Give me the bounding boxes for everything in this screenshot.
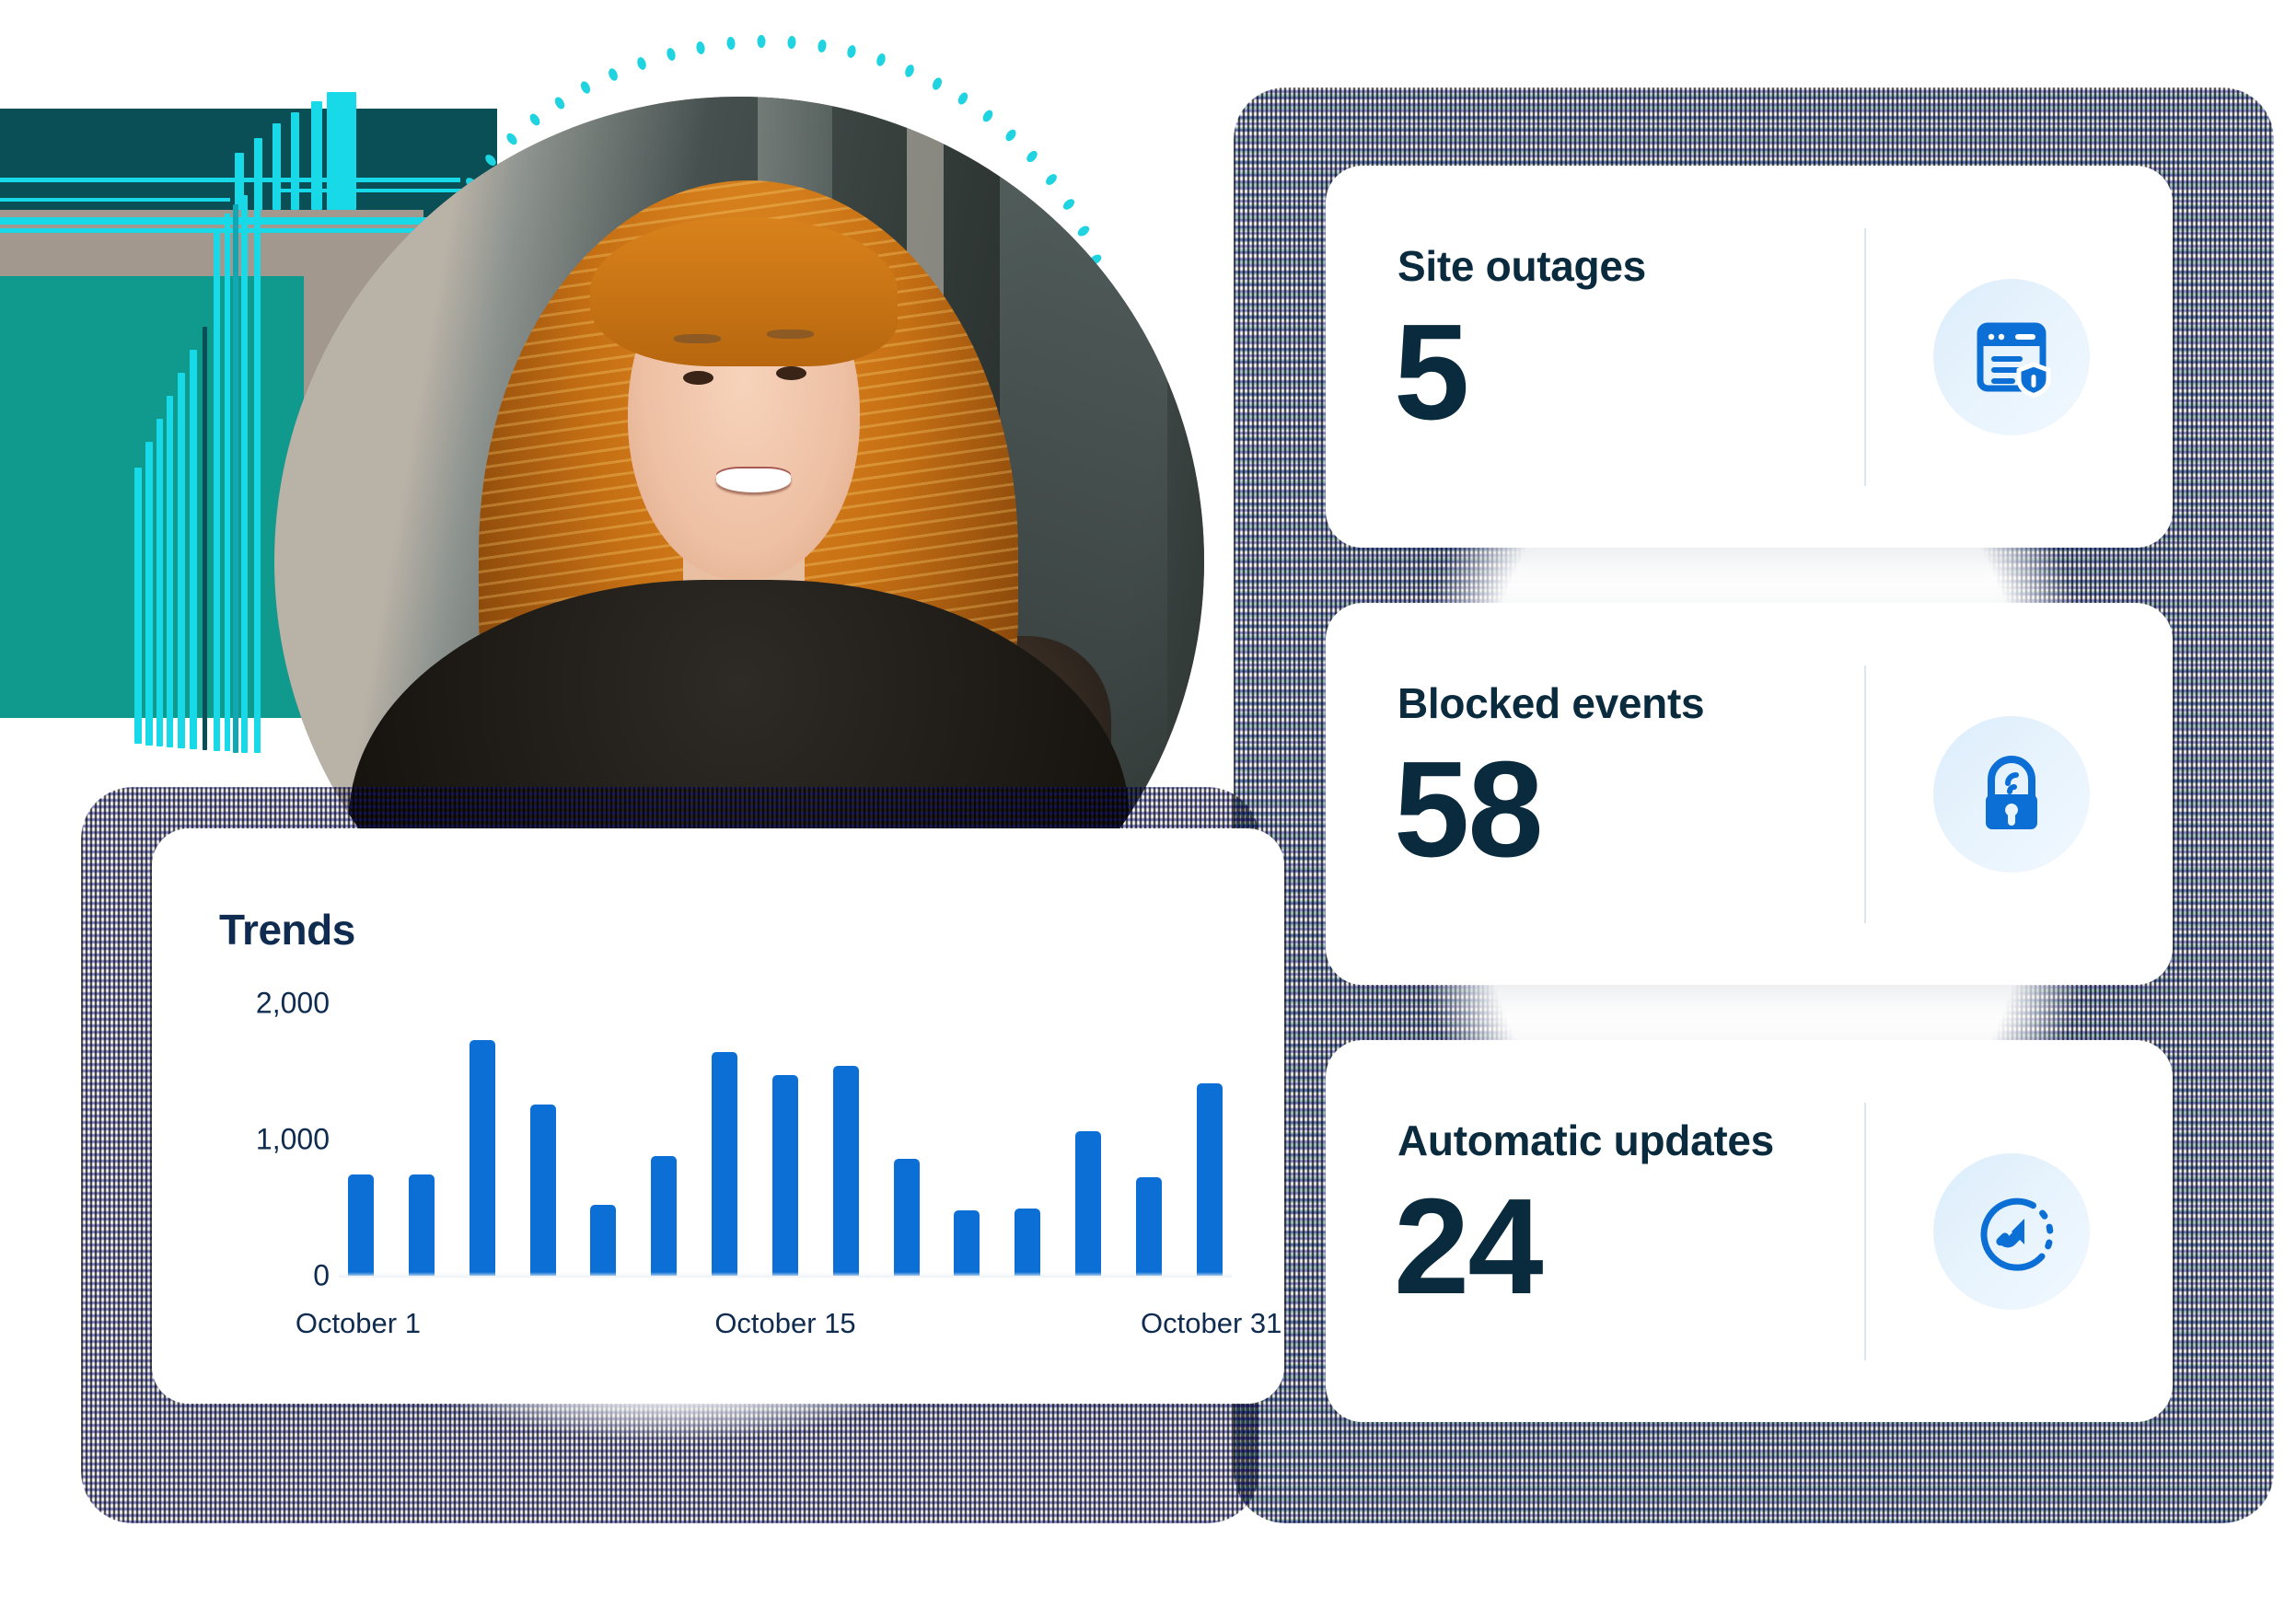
metric-card-blocked-events[interactable]: Blocked events 58: [1326, 603, 2173, 985]
card-divider: [1864, 228, 1866, 486]
wifi-lock-icon: [1967, 750, 2056, 839]
metric-value: 24: [1394, 1171, 1544, 1323]
chart-y-tick-label: 0: [313, 1258, 330, 1292]
metric-value: 58: [1394, 734, 1544, 885]
icon-bubble: [1933, 1153, 2090, 1310]
chart-bar: [469, 1039, 495, 1276]
trends-panel: Trends 2,000 1,000 0 October 1 October 15 Oc…: [152, 828, 1284, 1404]
chart-bar: [832, 1066, 859, 1276]
chart-x-tick-label: October 15: [714, 1307, 856, 1339]
trends-title: Trends: [219, 906, 355, 954]
chart-bar: [1196, 1083, 1223, 1276]
icon-bubble: [1933, 716, 2090, 873]
metric-label: Site outages: [1397, 242, 1646, 290]
browser-shield-icon: [1967, 313, 2056, 401]
hero-composition: Trends 2,000 1,000 0 October 1 October 15 Oc…: [0, 0, 2296, 1608]
chart-bar: [348, 1174, 374, 1276]
chart-bar: [529, 1104, 556, 1276]
chart-bar: [771, 1075, 798, 1276]
chart-y-tick-label: 2,000: [255, 986, 330, 1020]
card-divider: [1864, 1103, 1866, 1360]
chart-bar: [893, 1158, 920, 1276]
chart-bar: [408, 1174, 435, 1276]
chart-y-tick-label: 1,000: [255, 1122, 330, 1156]
chart-bar: [1135, 1177, 1162, 1276]
chart-x-tick-label: October 1: [295, 1307, 421, 1339]
card-divider: [1864, 665, 1866, 923]
chart-y-axis: 2,000 1,000 0: [219, 987, 330, 1292]
chart-plot-area: [339, 1003, 1232, 1278]
metric-value: 5: [1394, 296, 1469, 448]
metric-card-automatic-updates[interactable]: Automatic updates 24: [1326, 1040, 2173, 1422]
chart-bar: [651, 1155, 678, 1276]
metric-card-site-outages[interactable]: Site outages 5: [1326, 166, 2173, 548]
trends-bar-chart: 2,000 1,000 0 October 1 October 15 October 3…: [219, 987, 1282, 1353]
chart-bar: [1015, 1209, 1041, 1276]
decor-hband: [0, 198, 230, 202]
plug-refresh-icon: [1967, 1187, 2056, 1276]
chart-bar: [712, 1052, 738, 1276]
chart-bar: [954, 1209, 980, 1276]
chart-x-axis: October 1 October 15 October 31: [296, 1307, 1282, 1349]
metric-label: Blocked events: [1397, 679, 1705, 727]
chart-bar: [590, 1205, 617, 1276]
icon-bubble: [1933, 279, 2090, 435]
decor-teal-block-2: [0, 276, 304, 718]
metric-label: Automatic updates: [1397, 1116, 1774, 1164]
chart-x-tick-label: October 31: [1141, 1307, 1282, 1339]
chart-bar: [1075, 1131, 1102, 1276]
